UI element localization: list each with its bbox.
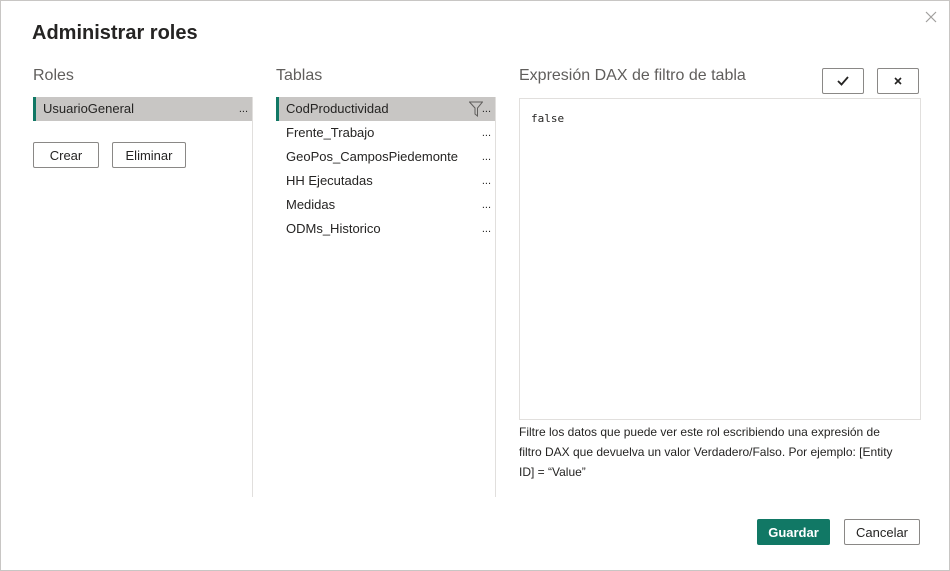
dax-help-text: Filtre los datos que puede ver este rol … bbox=[519, 425, 893, 479]
table-item-frente-trabajo[interactable]: Frente_Trabajo ... bbox=[276, 121, 495, 145]
manage-roles-dialog: Administrar roles Roles UsuarioGeneral .… bbox=[0, 0, 950, 571]
table-item-label: Frente_Trabajo bbox=[286, 125, 375, 140]
table-more-button[interactable]: ... bbox=[482, 97, 491, 121]
role-item-usuariogeneral[interactable]: UsuarioGeneral ... bbox=[33, 97, 252, 121]
cancel-button[interactable]: Cancelar bbox=[844, 519, 920, 545]
table-item-hh-ejecutadas[interactable]: HH Ejecutadas ... bbox=[276, 169, 495, 193]
x-icon bbox=[894, 77, 902, 85]
close-icon bbox=[925, 11, 937, 23]
dialog-title: Administrar roles bbox=[32, 22, 198, 44]
dax-expression-editor[interactable]: false bbox=[519, 98, 921, 420]
table-item-label: ODMs_Historico bbox=[286, 221, 381, 236]
checkmark-icon bbox=[837, 76, 849, 86]
table-more-button[interactable]: ... bbox=[482, 169, 491, 193]
table-item-odms-historico[interactable]: ODMs_Historico ... bbox=[276, 217, 495, 241]
table-item-geopos-campospiedemonte[interactable]: GeoPos_CamposPiedemonte ... bbox=[276, 145, 495, 169]
save-button[interactable]: Guardar bbox=[757, 519, 830, 545]
table-item-medidas[interactable]: Medidas ... bbox=[276, 193, 495, 217]
role-item-label: UsuarioGeneral bbox=[43, 101, 135, 116]
table-item-label: HH Ejecutadas bbox=[286, 173, 373, 188]
table-item-label: CodProductividad bbox=[286, 101, 389, 116]
table-more-button[interactable]: ... bbox=[482, 217, 491, 241]
confirm-expression-button[interactable] bbox=[822, 68, 864, 94]
table-item-label: Medidas bbox=[286, 197, 336, 212]
tables-list: CodProductividad ... Frente_Trabajo ... … bbox=[276, 97, 496, 497]
create-role-button[interactable]: Crear bbox=[33, 142, 99, 168]
delete-role-button[interactable]: Eliminar bbox=[112, 142, 186, 168]
table-more-button[interactable]: ... bbox=[482, 145, 491, 169]
table-item-label: GeoPos_CamposPiedemonte bbox=[286, 149, 458, 164]
table-more-button[interactable]: ... bbox=[482, 193, 491, 217]
tables-header: Tablas bbox=[276, 67, 323, 84]
table-item-codproductividad[interactable]: CodProductividad ... bbox=[276, 97, 495, 121]
roles-header: Roles bbox=[33, 67, 74, 84]
discard-expression-button[interactable] bbox=[877, 68, 919, 94]
role-more-button[interactable]: ... bbox=[239, 97, 248, 121]
close-button[interactable] bbox=[921, 7, 941, 27]
table-more-button[interactable]: ... bbox=[482, 121, 491, 145]
dax-header: Expresión DAX de filtro de tabla bbox=[519, 67, 746, 84]
